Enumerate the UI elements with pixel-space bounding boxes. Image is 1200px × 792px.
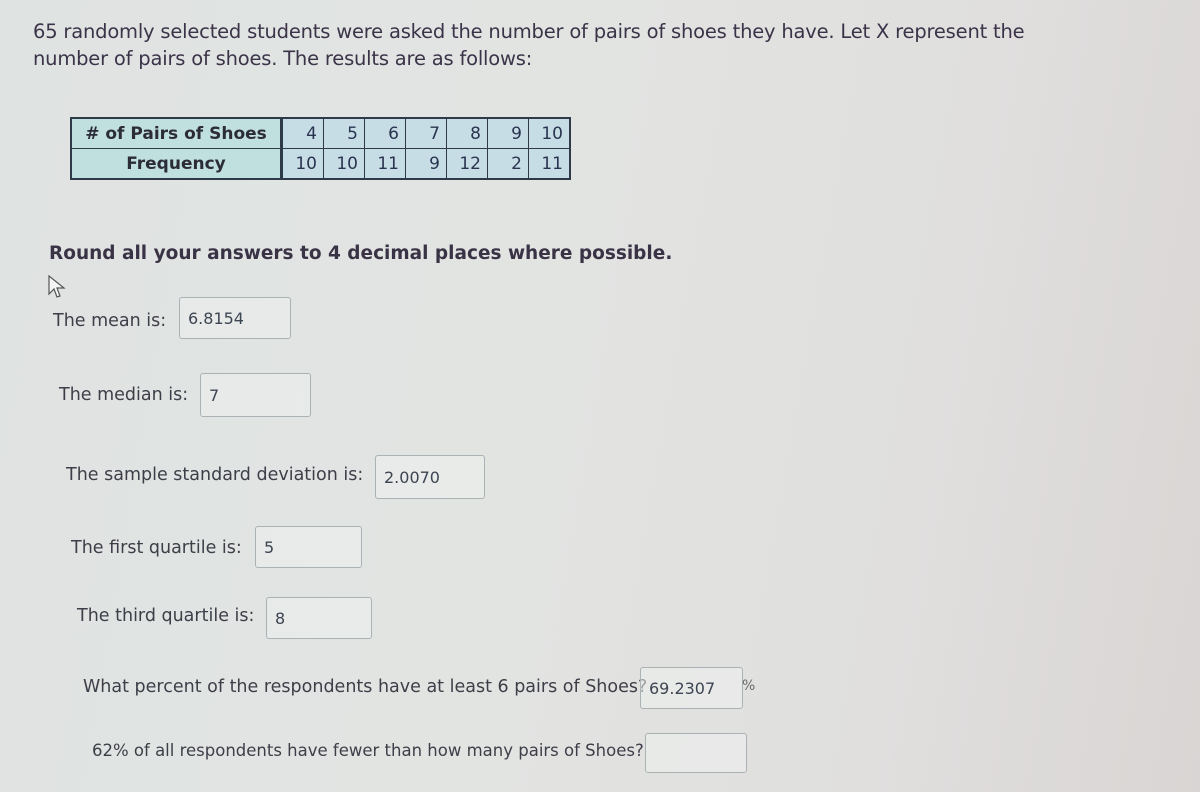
first-quartile-label: The first quartile is: [71, 538, 242, 558]
problem-line-2: number of pairs of shoes. The results ar… [33, 47, 533, 70]
table-cell: 6 [364, 117, 406, 149]
percent-unit: % [742, 678, 756, 694]
table-cell: 10 [281, 148, 324, 180]
percentile-question-label: 62% of all respondents have fewer than h… [92, 741, 644, 760]
median-label: The median is: [59, 385, 189, 405]
table-cell: 10 [323, 148, 365, 180]
row-header-pairs: # of Pairs of Shoes [70, 117, 283, 149]
table-cell: 2 [487, 148, 529, 180]
percent-input[interactable]: 69.2307 [640, 667, 743, 709]
rounding-instruction: Round all your answers to 4 decimal plac… [49, 243, 673, 264]
percent-question-label: What percent of the respondents have at … [83, 677, 648, 697]
table-cell: 8 [446, 117, 488, 149]
percentile-input[interactable] [645, 733, 747, 773]
mean-label: The mean is: [53, 311, 167, 331]
frequency-table: # of Pairs of Shoes 4 5 6 7 8 9 10 Frequ… [70, 117, 571, 180]
table-cell: 9 [405, 148, 447, 180]
problem-statement: 65 randomly selected students were asked… [33, 18, 1073, 72]
table-cell: 11 [528, 148, 571, 180]
row-header-frequency: Frequency [70, 148, 283, 180]
first-quartile-input[interactable]: 5 [255, 526, 362, 568]
mean-input[interactable]: 6.8154 [179, 297, 291, 339]
table-cell: 11 [364, 148, 406, 180]
table-cell: 10 [528, 117, 571, 149]
problem-line-1: 65 randomly selected students were asked… [33, 20, 1025, 43]
table-row-pairs: # of Pairs of Shoes 4 5 6 7 8 9 10 [70, 117, 571, 149]
median-input[interactable]: 7 [200, 373, 311, 417]
sd-label: The sample standard deviation is: [66, 465, 364, 485]
table-cell: 12 [446, 148, 488, 180]
table-cell: 5 [323, 117, 365, 149]
table-cell: 4 [281, 117, 324, 149]
table-cell: 9 [487, 117, 529, 149]
sd-input[interactable]: 2.0070 [375, 455, 485, 499]
table-row-frequency: Frequency 10 10 11 9 12 2 11 [70, 148, 571, 180]
mouse-pointer-icon [48, 274, 66, 298]
table-cell: 7 [405, 117, 447, 149]
third-quartile-input[interactable]: 8 [266, 597, 372, 639]
third-quartile-label: The third quartile is: [77, 606, 255, 626]
